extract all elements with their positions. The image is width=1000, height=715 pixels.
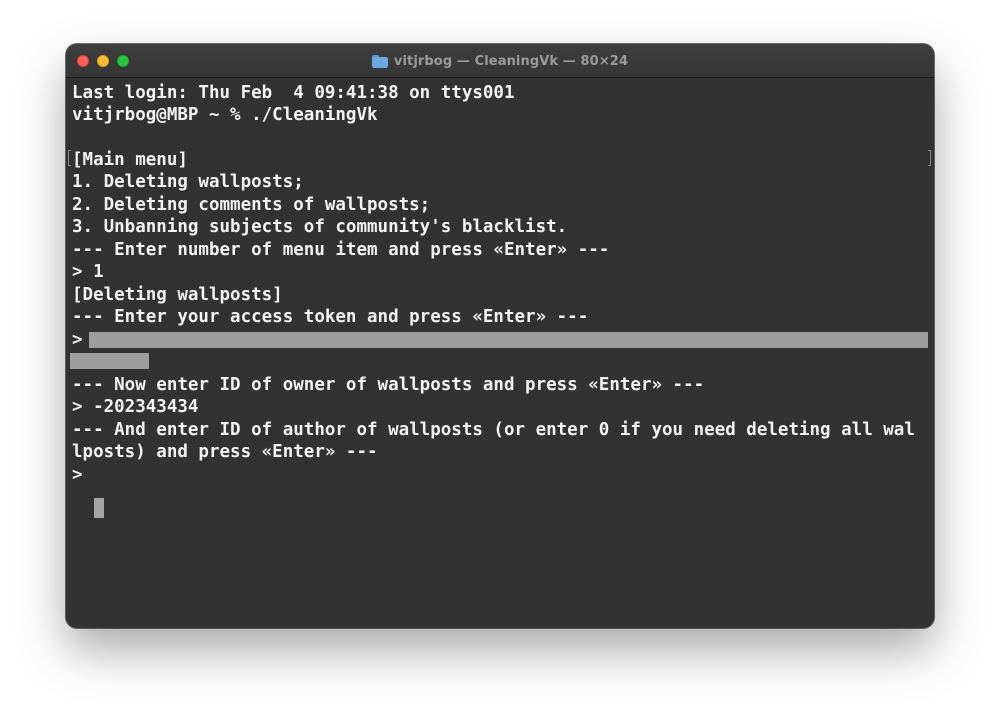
terminal-line: vitjrbog@MBP ~ % ./CleaningVk (72, 105, 378, 125)
terminal-line: 1. Deleting wallposts; (72, 172, 304, 192)
window-title: vitjrbog — CleaningVk — 80×24 (393, 53, 629, 69)
terminal-line: > (72, 465, 94, 485)
terminal-line: 2. Deleting comments of wallposts; (72, 195, 431, 215)
redacted-access-token (89, 332, 928, 348)
terminal-line: --- Now enter ID of owner of wallposts a… (72, 375, 705, 395)
terminal-line: --- Enter number of menu item and press … (72, 240, 610, 260)
title-bar[interactable]: vitjrbog — CleaningVk — 80×24 (66, 44, 934, 78)
terminal-line: Last login: Thu Feb 4 09:41:38 on ttys00… (72, 83, 515, 103)
command-mark-left (68, 150, 71, 166)
terminal-line: > 1 (72, 262, 104, 282)
terminal-line: --- And enter ID of author of wallposts … (72, 420, 915, 440)
terminal-line: lposts) and press «Enter» --- (72, 442, 378, 462)
terminal-window: vitjrbog — CleaningVk — 80×24 Last login… (66, 44, 934, 628)
terminal-line: --- Enter your access token and press «E… (72, 307, 589, 327)
folder-icon (371, 54, 388, 68)
redacted-access-token-continued (70, 353, 149, 369)
command-mark-right (928, 150, 931, 166)
terminal-line: [Main menu] (72, 150, 188, 170)
terminal-line: [Deleting wallposts] (72, 285, 283, 305)
terminal-output[interactable]: Last login: Thu Feb 4 09:41:38 on ttys00… (66, 78, 934, 628)
terminal-line: > -202343434 (72, 397, 199, 417)
window-title-group: vitjrbog — CleaningVk — 80×24 (66, 44, 934, 78)
text-cursor (94, 498, 104, 518)
terminal-line: 3. Unbanning subjects of community's bla… (72, 217, 568, 237)
